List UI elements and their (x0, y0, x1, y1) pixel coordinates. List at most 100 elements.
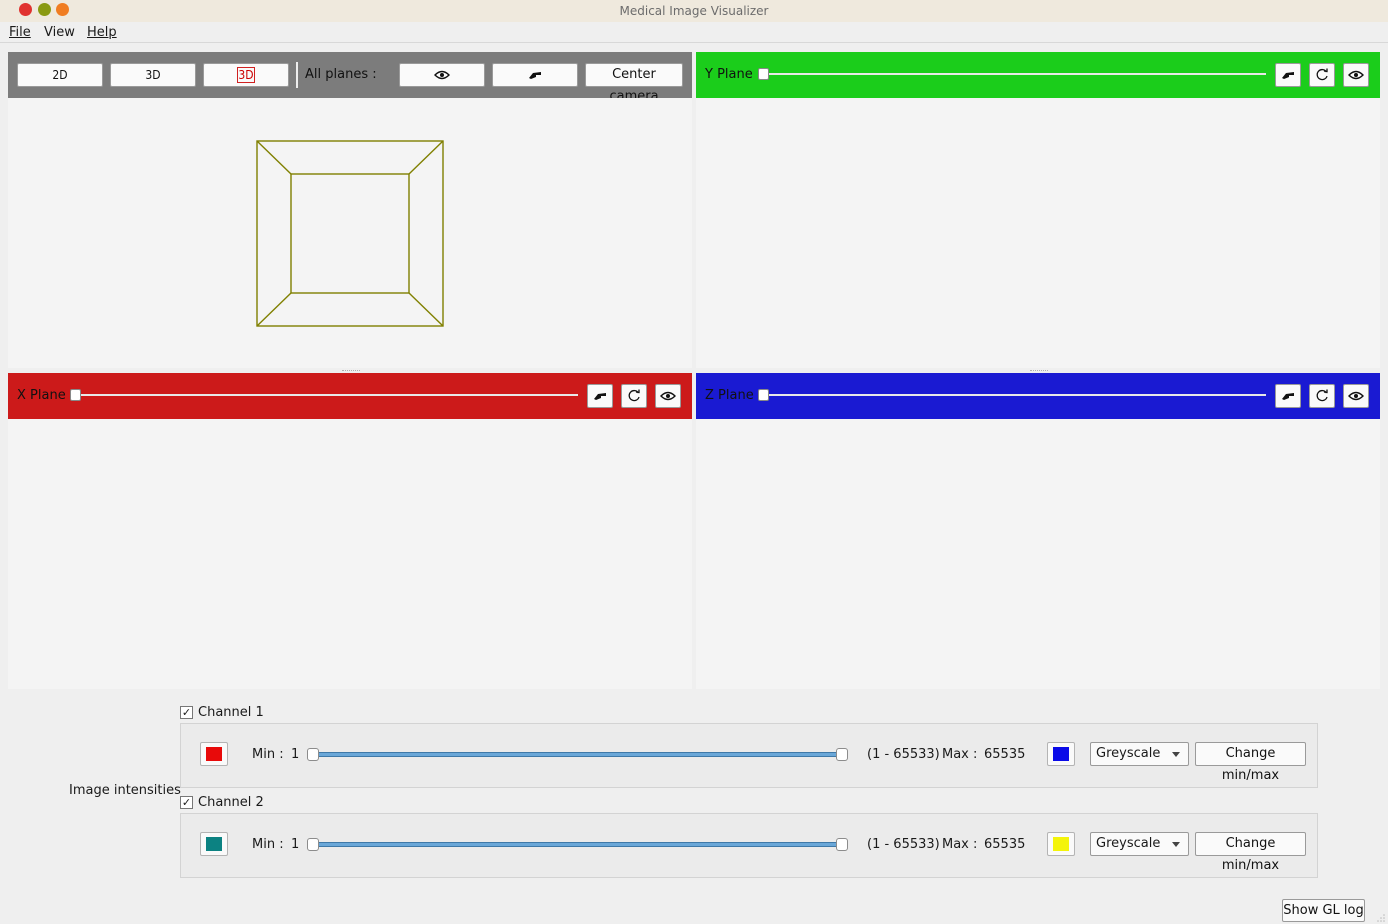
z-plane-panel: Z Plane (696, 373, 1380, 689)
z-plane-slider[interactable] (764, 394, 1266, 396)
channel-2-min-label: Min : (252, 837, 284, 852)
channel-2-max-color-button[interactable] (1047, 832, 1075, 856)
rotate-icon (1316, 389, 1328, 402)
show-gl-log-button[interactable]: Show GL log (1282, 899, 1365, 922)
menu-file[interactable]: File (9, 25, 31, 40)
y-plane-move-button[interactable] (1275, 63, 1301, 87)
chevron-down-icon (1172, 752, 1180, 757)
hand-icon (1282, 72, 1294, 79)
eye-icon (1348, 70, 1364, 80)
x-plane-panel: X Plane (8, 373, 692, 689)
hand-icon (1282, 393, 1294, 400)
z-plane-toolbar: Z Plane (696, 373, 1380, 419)
z-plane-move-button[interactable] (1275, 384, 1301, 408)
x-plane-canvas[interactable] (8, 419, 692, 689)
channel-1-range-text: (1 - 65533) (867, 747, 940, 762)
z-plane-slider-handle[interactable] (758, 389, 769, 401)
x-plane-label: X Plane (17, 388, 66, 403)
channel-2-min-value: 1 (291, 837, 300, 852)
channel-2-checkbox[interactable]: ✓ (180, 796, 193, 809)
x-plane-visibility-button[interactable] (655, 384, 681, 408)
y-plane-label: Y Plane (705, 67, 753, 82)
menu-help-label: Help (87, 25, 117, 40)
channel-1-min-color-swatch (206, 747, 222, 761)
channel-2-range-slider[interactable] (313, 842, 848, 847)
channel-1-min-value: 1 (291, 747, 300, 762)
x-plane-slider-handle[interactable] (70, 389, 81, 401)
center-camera-button[interactable]: Center camera (585, 63, 683, 104)
channel-1-colormap-value: Greyscale (1096, 746, 1161, 761)
x-plane-move-button[interactable] (587, 384, 613, 408)
channel-1-change-minmax-button[interactable]: Change min/max (1195, 742, 1306, 783)
eye-icon (660, 391, 676, 401)
x-plane-toolbar: X Plane (8, 373, 692, 419)
channel-1-min-label: Min : (252, 747, 284, 762)
x-plane-reset-button[interactable] (621, 384, 647, 408)
channel-2-max-color-swatch (1053, 837, 1069, 851)
rotate-icon (1316, 68, 1328, 81)
all-planes-show-button[interactable] (399, 63, 485, 87)
channel-2-colormap-value: Greyscale (1096, 836, 1161, 851)
z-plane-reset-button[interactable] (1309, 384, 1335, 408)
channel-1-max-value: 65535 (984, 747, 1026, 762)
y-plane-visibility-button[interactable] (1343, 63, 1369, 87)
channel-1-label: Channel 1 (198, 705, 264, 720)
channel-1-max-color-button[interactable] (1047, 742, 1075, 766)
menu-view-label: View (44, 25, 75, 40)
channel-1-range-min-handle[interactable] (307, 748, 319, 761)
y-plane-reset-button[interactable] (1309, 63, 1335, 87)
splitter-handle-left[interactable] (342, 370, 360, 372)
channel-1-max-label: Max : (942, 747, 978, 762)
y-plane-panel: Y Plane (696, 52, 1380, 368)
y-plane-canvas[interactable] (696, 98, 1380, 368)
image-intensities-label: Image intensities (69, 783, 181, 798)
channel-2-group: Min : 1 (1 - 65533) Max : 65535 Greyscal… (180, 813, 1318, 878)
view-3d-toolbar: 2D 3D 3D All planes : Center camera (8, 52, 692, 104)
wireframe-box (256, 140, 444, 327)
mode-3d-alt-label: 3D (237, 67, 255, 83)
mode-2d-button[interactable]: 2D (17, 63, 103, 87)
channel-2-colormap-select[interactable]: Greyscale (1090, 832, 1189, 856)
y-plane-slider[interactable] (764, 73, 1266, 75)
channel-2-change-minmax-button[interactable]: Change min/max (1195, 832, 1306, 873)
view-3d-canvas[interactable] (8, 98, 692, 368)
menu-help[interactable]: Help (87, 25, 117, 40)
mode-3d-button[interactable]: 3D (110, 63, 196, 87)
rotate-icon (628, 389, 640, 402)
toolbar-separator (296, 62, 298, 88)
resize-grip[interactable] (1376, 912, 1386, 922)
channel-2-min-color-swatch (206, 837, 222, 851)
eye-icon (434, 70, 450, 80)
channel-1-checkbox[interactable]: ✓ (180, 706, 193, 719)
channel-1-range-slider[interactable] (313, 752, 848, 757)
z-plane-visibility-button[interactable] (1343, 384, 1369, 408)
channel-2-range-max-handle[interactable] (836, 838, 848, 851)
eye-icon (1348, 391, 1364, 401)
title-bar: Medical Image Visualizer (0, 0, 1388, 22)
hand-icon (594, 393, 606, 400)
x-plane-slider[interactable] (76, 394, 578, 396)
window-title: Medical Image Visualizer (619, 4, 769, 18)
channel-2-min-color-button[interactable] (200, 832, 228, 856)
resize-grip-icon (1377, 914, 1385, 922)
mode-3d-alt-button[interactable]: 3D (203, 63, 289, 87)
hand-icon (529, 72, 541, 79)
y-plane-slider-handle[interactable] (758, 68, 769, 80)
all-planes-label: All planes : (305, 67, 377, 82)
channel-1-range-max-handle[interactable] (836, 748, 848, 761)
channel-2-max-label: Max : (942, 837, 978, 852)
all-planes-move-button[interactable] (492, 63, 578, 87)
z-plane-canvas[interactable] (696, 419, 1380, 689)
chevron-down-icon (1172, 842, 1180, 847)
channel-2-max-value: 65535 (984, 837, 1026, 852)
channel-1-colormap-select[interactable]: Greyscale (1090, 742, 1189, 766)
menu-bar: File View Help (0, 22, 1388, 43)
channel-2-range-text: (1 - 65533) (867, 837, 940, 852)
menu-view[interactable]: View (44, 25, 75, 40)
y-plane-toolbar: Y Plane (696, 52, 1380, 98)
channel-2-range-min-handle[interactable] (307, 838, 319, 851)
splitter-handle-right[interactable] (1030, 370, 1048, 372)
channel-1-min-color-button[interactable] (200, 742, 228, 766)
menu-file-label: File (9, 25, 31, 40)
channel-2-label: Channel 2 (198, 795, 264, 810)
